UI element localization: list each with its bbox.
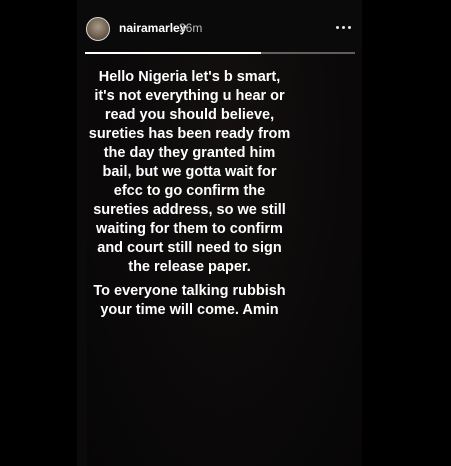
story-viewer: nairamarley 36m Hello Nigeria let's b sm…	[0, 0, 451, 466]
more-options-icon[interactable]	[334, 18, 354, 36]
story-progress-bar	[85, 52, 355, 54]
story-text-paragraph-2: To everyone talking rubbish your time wi…	[93, 283, 286, 318]
avatar[interactable]	[86, 17, 110, 41]
username[interactable]: nairamarley	[119, 21, 186, 35]
timestamp: 36m	[179, 21, 203, 35]
story-header: nairamarley 36m	[77, 0, 362, 50]
story-progress-fill	[85, 52, 261, 54]
story-text-paragraph-1: Hello Nigeria let's b smart, it's not ev…	[88, 69, 291, 275]
story-text: Hello Nigeria let's b smart, it's not ev…	[88, 68, 291, 320]
